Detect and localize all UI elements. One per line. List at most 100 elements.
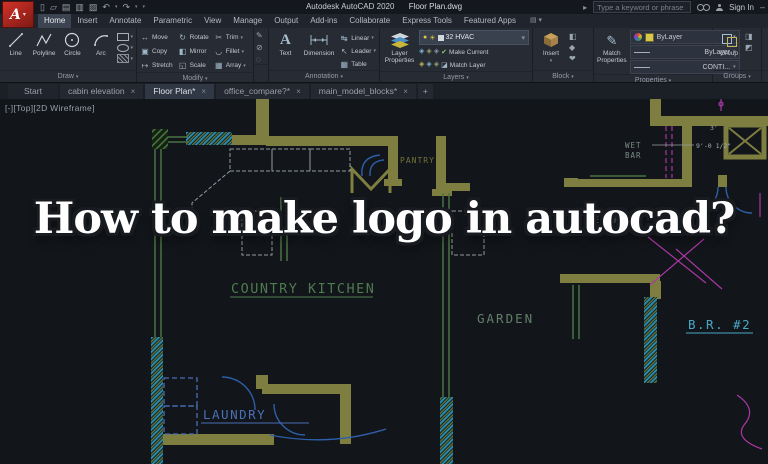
group-button[interactable]: Group: [716, 30, 742, 57]
edit-tool-icon[interactable]: ✎: [256, 31, 266, 40]
line-icon: [7, 31, 25, 49]
ellipse-tool-button[interactable]: ▾: [116, 43, 133, 52]
new-tab-button[interactable]: +: [417, 84, 433, 99]
panel-label-block[interactable]: Block ▾: [533, 70, 593, 82]
tab-insert[interactable]: Insert: [71, 14, 103, 28]
close-tab-icon[interactable]: ×: [201, 84, 206, 99]
window-title: Autodesk AutoCAD 2020 Floor Plan.dwg: [160, 0, 608, 14]
panel-label-draw[interactable]: Draw ▾: [0, 70, 136, 82]
sign-in-link[interactable]: Sign In: [729, 3, 754, 12]
rectangle-tool-button[interactable]: ▾: [116, 32, 133, 41]
file-tab-cabin-elevation[interactable]: cabin elevation ×: [59, 84, 144, 99]
tab-output[interactable]: Output: [268, 14, 304, 28]
mirror-button[interactable]: ◧ Mirror: [178, 45, 209, 58]
rotate-button[interactable]: ↻ Rotate: [178, 31, 209, 44]
make-current-button[interactable]: Make Current: [449, 49, 488, 56]
search-history-caret-icon[interactable]: ▸: [583, 3, 587, 12]
tab-annotate[interactable]: Annotate: [103, 14, 147, 28]
panel-label-layers[interactable]: Layers ▾: [380, 71, 532, 82]
leader-icon: ↖: [340, 46, 348, 56]
array-button[interactable]: ▦ Array ▾: [214, 59, 246, 72]
match-properties-button[interactable]: ✎ Match Properties: [597, 30, 627, 65]
layer-tool-icon[interactable]: ◈: [419, 48, 424, 56]
bar-label: BAR: [625, 151, 642, 160]
save-icon[interactable]: ▤: [62, 1, 71, 13]
ribbon-minimize-icon[interactable]: ▤ ▾: [530, 14, 542, 28]
layer-select[interactable]: ● ☀ 32 HVAC ▾: [419, 30, 529, 45]
move-button[interactable]: ↔ Move: [140, 31, 173, 44]
search-binoculars-icon[interactable]: [697, 3, 711, 11]
leader-button[interactable]: ↖ Leader ▾: [339, 45, 376, 57]
undo-icon[interactable]: ↶: [102, 1, 110, 13]
close-tab-icon[interactable]: ×: [403, 84, 408, 99]
polyline-button[interactable]: Polyline: [31, 30, 56, 57]
viewport-controls[interactable]: [-][Top][2D Wireframe]: [5, 103, 95, 113]
minimize-button[interactable]: –: [760, 2, 765, 12]
trim-button[interactable]: ✂ Trim ▾: [214, 31, 246, 44]
tab-view[interactable]: View: [198, 14, 227, 28]
open-file-icon[interactable]: ▱: [50, 1, 57, 13]
block-edit-icon[interactable]: ◧: [569, 32, 577, 41]
ribbon-tab-bar: Home Insert Annotate Parametric View Man…: [0, 14, 768, 28]
search-input[interactable]: [593, 1, 692, 13]
panel-label-utilities[interactable]: Ut...: [762, 70, 768, 82]
linear-button[interactable]: ↹ Linear ▾: [339, 32, 376, 44]
tab-parametric[interactable]: Parametric: [147, 14, 198, 28]
layer-tool-icon[interactable]: ◈: [426, 48, 431, 56]
layer-tool-icon[interactable]: ◈: [426, 61, 431, 69]
file-tab-floor-plan[interactable]: Floor Plan* ×: [145, 84, 215, 99]
fillet-button[interactable]: ◡ Fillet ▾: [214, 45, 246, 58]
undo-caret-icon[interactable]: ▾: [115, 1, 118, 13]
ungroup-icon[interactable]: ◨: [745, 32, 753, 41]
copy-button[interactable]: ▣ Copy: [140, 45, 173, 58]
tab-collaborate[interactable]: Collaborate: [343, 14, 396, 28]
table-button[interactable]: ▦ Table: [339, 58, 376, 70]
new-file-icon[interactable]: ▯: [40, 1, 45, 13]
file-tab-office-compare[interactable]: office_compare?* ×: [216, 84, 309, 99]
text-button[interactable]: A Text: [272, 30, 299, 58]
app-menu-button[interactable]: A ▾: [2, 1, 34, 28]
line-button[interactable]: Line: [3, 30, 28, 57]
scale-icon: ◱: [178, 61, 187, 70]
tab-express-tools[interactable]: Express Tools: [396, 14, 458, 28]
panel-label-annotation[interactable]: Annotation ▾: [269, 70, 379, 82]
panel-label-modify[interactable]: Modify ▾: [137, 72, 253, 82]
circle-button[interactable]: Circle: [60, 30, 85, 57]
stretch-button[interactable]: ↦ Stretch: [140, 59, 173, 72]
close-tab-icon[interactable]: ×: [131, 84, 136, 99]
panel-label-groups[interactable]: Groups ▾: [713, 70, 761, 82]
tab-featured-apps[interactable]: Featured Apps: [458, 14, 522, 28]
dimension-button[interactable]: Dimension: [302, 30, 336, 57]
scale-button[interactable]: ◱ Scale: [178, 59, 209, 72]
block-create-icon[interactable]: ◆: [569, 43, 577, 52]
panel-properties: ✎ Match Properties ByLayer ▾ ByLayer ▾ C…: [594, 28, 740, 82]
layer-tool-icon[interactable]: ◈: [434, 61, 439, 69]
insert-button[interactable]: Insert ▾: [536, 30, 566, 65]
save-as-icon[interactable]: ▥: [75, 1, 84, 13]
arc-button[interactable]: Arc: [88, 30, 113, 57]
plot-icon[interactable]: ▨: [89, 1, 98, 13]
panel-block: Insert ▾ ◧ ◆ ❤ Block ▾: [533, 28, 594, 82]
layer-tool-icon[interactable]: ◈: [434, 48, 439, 56]
panel-label-properties[interactable]: Properties ▾: [594, 74, 712, 82]
hatch-tool-button[interactable]: ▾: [116, 54, 133, 63]
tab-manage[interactable]: Manage: [227, 14, 268, 28]
match-layer-button[interactable]: Match Layer: [450, 62, 486, 69]
ellipse-icon: [116, 43, 129, 52]
block-attributes-icon[interactable]: ❤: [569, 54, 577, 63]
close-tab-icon[interactable]: ×: [296, 84, 301, 99]
tab-home[interactable]: Home: [38, 14, 72, 28]
redo-icon[interactable]: ↷: [122, 1, 130, 13]
erase-tool-icon[interactable]: ⊘: [256, 43, 266, 52]
qat-customize-caret-icon[interactable]: ▾: [143, 1, 146, 13]
file-tab-start[interactable]: Start: [8, 84, 58, 99]
group-edit-icon[interactable]: ◩: [745, 43, 753, 52]
explode-tool-icon[interactable]: ◌: [256, 55, 266, 64]
drawing-canvas[interactable]: [-][Top][2D Wireframe] 9'-0 1/2" 3' PANT…: [0, 99, 768, 464]
file-tab-main-model-blocks[interactable]: main_model_blocks* ×: [310, 84, 416, 99]
layer-tool-icon[interactable]: ◈: [419, 61, 424, 69]
layer-properties-button[interactable]: Layer Properties: [383, 30, 416, 64]
tab-addins[interactable]: Add-ins: [304, 14, 343, 28]
text-icon: A: [279, 31, 291, 48]
redo-caret-icon[interactable]: ▾: [135, 1, 138, 13]
